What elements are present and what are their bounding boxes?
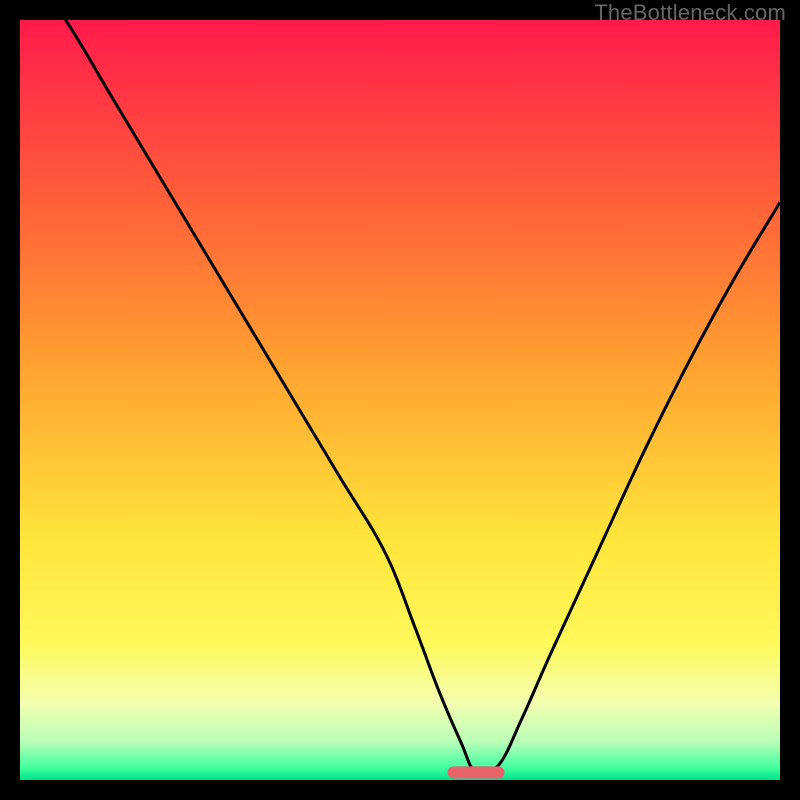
chart-frame: { "watermark": "TheBottleneck.com", "col…: [0, 0, 800, 800]
bottleneck-chart: [20, 20, 780, 780]
optimum-marker: [448, 766, 505, 778]
watermark-text: TheBottleneck.com: [594, 0, 786, 26]
plot-area: [20, 20, 780, 780]
